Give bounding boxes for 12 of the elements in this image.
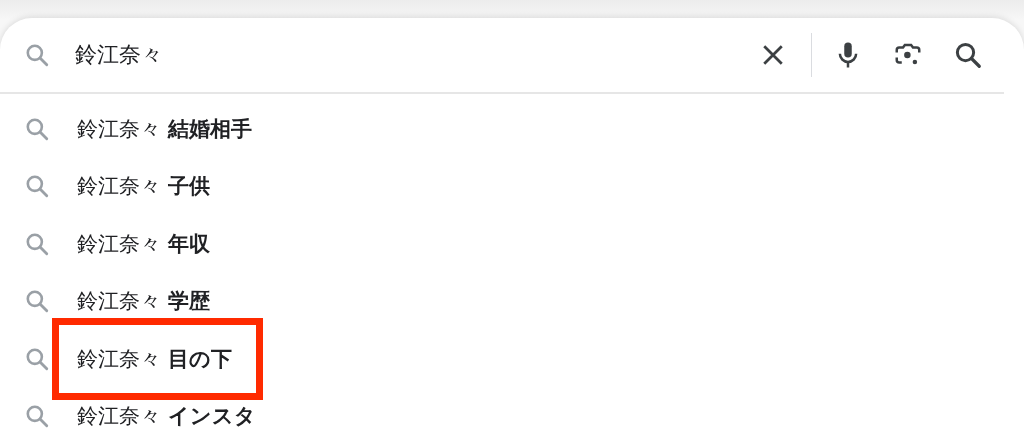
suggestion-text[interactable]: 鈴江奈々 年収 bbox=[77, 229, 210, 258]
search-icon bbox=[24, 288, 50, 315]
search-icon bbox=[953, 40, 983, 70]
suggestion-text[interactable]: 鈴江奈々 目の下 bbox=[77, 344, 232, 373]
suggestion-text[interactable]: 鈴江奈々 子供 bbox=[77, 172, 210, 201]
search-icon bbox=[24, 403, 50, 430]
search-field[interactable]: 鈴江奈々 bbox=[75, 42, 757, 68]
suggestion-text[interactable]: 鈴江奈々 インスタ bbox=[77, 402, 256, 431]
search-icon bbox=[24, 173, 50, 200]
suggestion-text[interactable]: 鈴江奈々 学歴 bbox=[77, 287, 210, 316]
suggestion-text[interactable]: 鈴江奈々 結婚相手 bbox=[77, 114, 252, 143]
search-icon bbox=[24, 42, 50, 68]
